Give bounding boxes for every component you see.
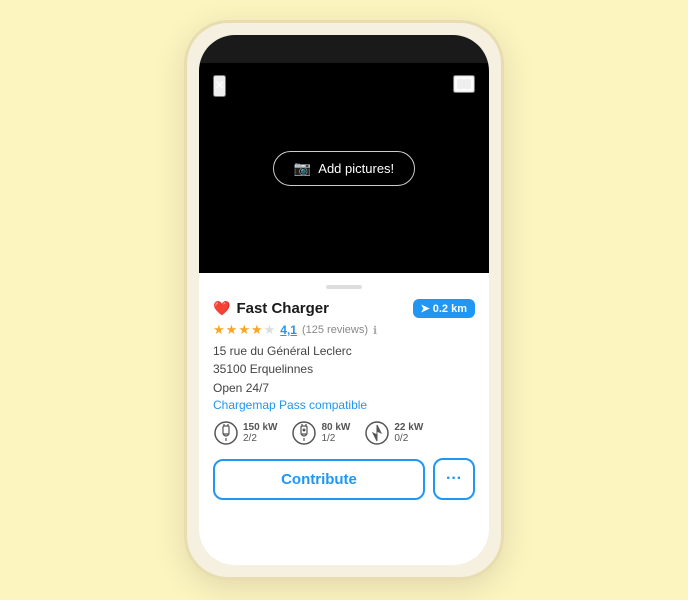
charger-power-2: 80 kW xyxy=(321,422,350,433)
photo-area: × 📷 Add pictures! xyxy=(199,63,489,273)
charger-icon-3 xyxy=(364,420,390,446)
charger-icon-2 xyxy=(291,420,317,446)
pass-link[interactable]: Chargemap Pass compatible xyxy=(213,398,475,412)
rating-row: ★ ★ ★ ★ ★ 4,1 (125 reviews) ℹ xyxy=(213,322,475,338)
distance-badge[interactable]: ➤ 0.2 km xyxy=(413,299,475,318)
add-pictures-button[interactable]: 📷 Add pictures! xyxy=(273,151,415,186)
address: 15 rue du Général Leclerc 35100 Erquelin… xyxy=(213,342,475,378)
contribute-button[interactable]: Contribute xyxy=(213,459,425,500)
title-left: ❤️ Fast Charger xyxy=(213,300,329,317)
charger-icon-1 xyxy=(213,420,239,446)
star-2: ★ xyxy=(226,322,238,338)
phone-frame: 9:41 × 📷 Add pi xyxy=(184,20,504,580)
notch xyxy=(304,35,384,55)
title-row: ❤️ Fast Charger ➤ 0.2 km xyxy=(213,299,475,318)
expand-icon xyxy=(455,77,473,91)
station-name: Fast Charger xyxy=(236,300,329,317)
close-button[interactable]: × xyxy=(213,75,226,97)
star-5: ★ xyxy=(264,322,276,338)
charger-status-1: 2/2 xyxy=(243,433,277,444)
star-3: ★ xyxy=(238,322,250,338)
station-card: ❤️ Fast Charger ➤ 0.2 km ★ ★ ★ ★ xyxy=(199,273,489,510)
distance-text: 0.2 km xyxy=(433,303,467,315)
action-row: Contribute ··· xyxy=(213,458,475,500)
star-4: ★ xyxy=(251,322,263,338)
charger-info-2: 80 kW 1/2 xyxy=(321,422,350,444)
charger-status-2: 1/2 xyxy=(321,433,350,444)
status-bar: 9:41 xyxy=(199,35,489,63)
star-1: ★ xyxy=(213,322,225,338)
charger-status-3: 0/2 xyxy=(394,433,423,444)
address-line1: 15 rue du Général Leclerc xyxy=(213,344,352,358)
open-hours: Open 24/7 xyxy=(213,381,475,395)
phone-wrapper: 9:41 × 📷 Add pi xyxy=(184,20,504,580)
more-button[interactable]: ··· xyxy=(433,458,475,500)
charger-item-3: 22 kW 0/2 xyxy=(364,420,423,446)
charger-info-3: 22 kW 0/2 xyxy=(394,422,423,444)
rating-value[interactable]: 4,1 xyxy=(280,323,297,337)
heart-icon: ❤️ xyxy=(213,300,230,317)
stars: ★ ★ ★ ★ ★ xyxy=(213,322,275,338)
charger-power-1: 150 kW xyxy=(243,422,277,433)
charger-info-1: 150 kW 2/2 xyxy=(243,422,277,444)
charger-item-2: 80 kW 1/2 xyxy=(291,420,350,446)
drag-handle xyxy=(326,285,362,289)
camera-icon: 📷 xyxy=(294,160,311,177)
navigation-arrow-icon: ➤ xyxy=(421,302,430,315)
address-line2: 35100 Erquelinnes xyxy=(213,362,313,376)
reviews-count: (125 reviews) xyxy=(302,324,368,336)
charger-power-3: 22 kW xyxy=(394,422,423,433)
info-icon[interactable]: ℹ xyxy=(373,324,377,337)
phone-screen: 9:41 × 📷 Add pi xyxy=(199,35,489,565)
charger-row: 150 kW 2/2 xyxy=(213,420,475,446)
charger-item-1: 150 kW 2/2 xyxy=(213,420,277,446)
expand-button[interactable] xyxy=(453,75,475,93)
